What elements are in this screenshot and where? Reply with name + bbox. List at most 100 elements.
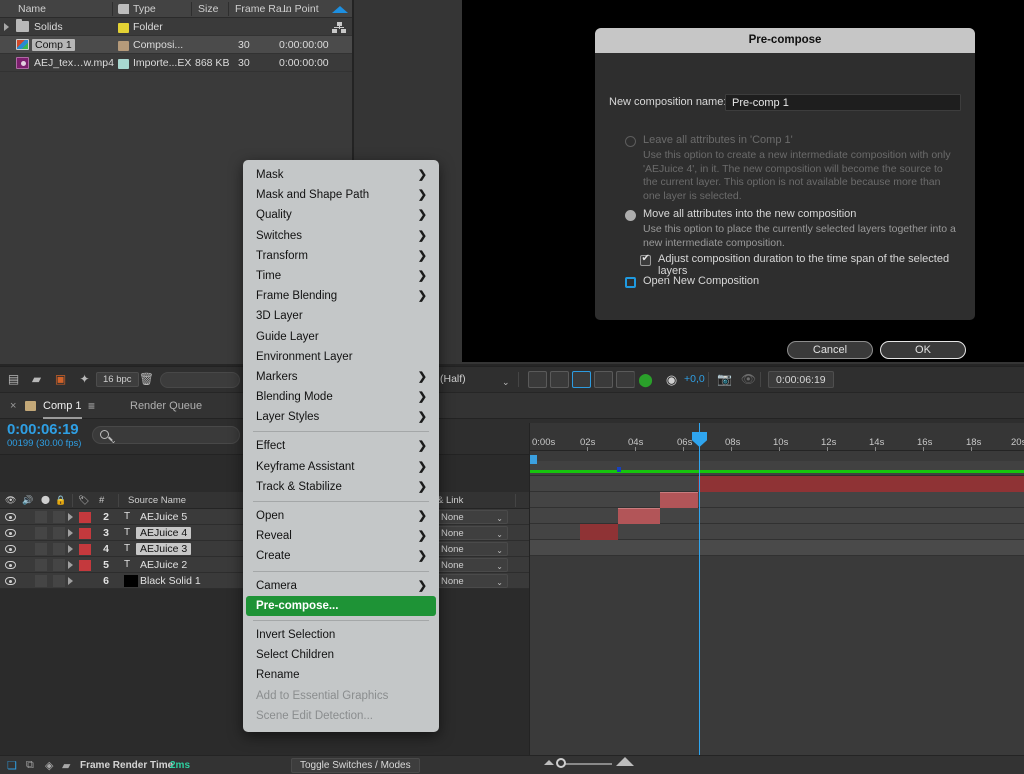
- project-row-footage[interactable]: AEJ_tex…w.mp4 Importe...EX 868 KB 30 0:0…: [0, 54, 352, 72]
- layer-duration-bar[interactable]: [698, 476, 1024, 492]
- link-icon[interactable]: ⧉: [26, 759, 34, 772]
- label-color-chip[interactable]: [79, 528, 91, 539]
- layer-name[interactable]: AEJuice 5: [140, 511, 187, 523]
- zoom-slider-knob[interactable]: [556, 758, 566, 768]
- lock-icon[interactable]: 🔒: [55, 495, 66, 506]
- layer-duration-bar[interactable]: [618, 508, 660, 524]
- eye-icon[interactable]: [5, 529, 16, 537]
- new-folder-icon[interactable]: ▰: [28, 372, 45, 387]
- column-header-parent-link[interactable]: & Link: [437, 495, 463, 506]
- timeline-track-row[interactable]: [530, 508, 1024, 524]
- audio-icon[interactable]: 🔊: [22, 495, 33, 506]
- duplicate-frame-icon[interactable]: ❏: [7, 759, 17, 772]
- project-search-input[interactable]: [160, 372, 240, 388]
- layer-name[interactable]: AEJuice 4: [136, 527, 191, 539]
- disclosure-triangle-icon[interactable]: [68, 561, 73, 569]
- tab-render-queue[interactable]: Render Queue: [130, 393, 202, 419]
- current-timecode[interactable]: 0:00:06:19: [7, 421, 78, 438]
- chevron-down-icon[interactable]: ⌄: [502, 377, 510, 388]
- column-header-size[interactable]: Size: [198, 3, 218, 15]
- menu-item-reveal[interactable]: Reveal❯: [243, 526, 439, 546]
- new-composition-name-input[interactable]: [725, 94, 961, 111]
- column-header-name[interactable]: Name: [18, 3, 46, 15]
- menu-item-effect[interactable]: Effect❯: [243, 436, 439, 456]
- resolution-dropdown[interactable]: (Half): [440, 372, 466, 388]
- label-color-chip[interactable]: [118, 59, 129, 69]
- parent-dropdown[interactable]: None⌄: [436, 510, 508, 524]
- render-icon[interactable]: ▰: [62, 759, 70, 772]
- menu-item-camera[interactable]: Camera❯: [243, 576, 439, 596]
- show-snapshot-icon[interactable]: 👁: [740, 372, 757, 387]
- timeline-track-row[interactable]: [530, 524, 1024, 540]
- column-header-in-point[interactable]: In Point: [283, 3, 319, 15]
- sort-ascending-caret-icon[interactable]: [332, 6, 348, 13]
- project-row-solids[interactable]: Solids Folder: [0, 18, 352, 36]
- checkbox-adjust-duration[interactable]: [640, 255, 651, 266]
- checkbox-open-new-composition[interactable]: [625, 277, 636, 288]
- zoom-slider-track[interactable]: [564, 763, 612, 765]
- layer-name[interactable]: AEJuice 3: [136, 543, 191, 555]
- timeline-track-row[interactable]: [530, 540, 1024, 556]
- menu-item-environment-layer[interactable]: Environment Layer: [243, 347, 439, 367]
- parent-dropdown[interactable]: None⌄: [436, 526, 508, 540]
- timeline-track-row[interactable]: [530, 476, 1024, 492]
- disclosure-triangle-icon[interactable]: [68, 529, 73, 537]
- eye-icon[interactable]: [5, 545, 16, 553]
- toggle-switches-modes-button[interactable]: Toggle Switches / Modes: [291, 758, 420, 773]
- menu-item-frame-blending[interactable]: Frame Blending❯: [243, 286, 439, 306]
- column-header-source-name[interactable]: Source Name: [128, 495, 186, 506]
- interpret-footage-icon[interactable]: ✦: [76, 372, 93, 387]
- disclosure-triangle-icon[interactable]: [68, 513, 73, 521]
- menu-item-open[interactable]: Open❯: [243, 506, 439, 526]
- menu-item-quality[interactable]: Quality❯: [243, 205, 439, 225]
- menu-item-mask-and-shape-path[interactable]: Mask and Shape Path❯: [243, 185, 439, 205]
- trash-icon[interactable]: 🗑: [138, 372, 155, 387]
- camera-icon[interactable]: 📷: [716, 372, 733, 387]
- timeline-empty-area[interactable]: [530, 556, 1024, 767]
- exposure-value[interactable]: +0,0: [684, 373, 705, 385]
- menu-item-layer-styles[interactable]: Layer Styles❯: [243, 407, 439, 427]
- menu-item-keyframe-assistant[interactable]: Keyframe Assistant❯: [243, 457, 439, 477]
- eye-icon[interactable]: [5, 577, 16, 585]
- label-color-chip[interactable]: [79, 512, 91, 523]
- label-color-chip[interactable]: [118, 23, 129, 33]
- mask-path-icon[interactable]: [594, 371, 613, 388]
- playhead-line[interactable]: [699, 423, 700, 767]
- disclosure-triangle-icon[interactable]: [4, 23, 9, 31]
- menu-item-transform[interactable]: Transform❯: [243, 246, 439, 266]
- label-color-chip[interactable]: [118, 41, 129, 51]
- region-of-interest-icon[interactable]: [572, 371, 591, 388]
- radio-move-attributes[interactable]: [625, 210, 636, 221]
- label-color-chip[interactable]: [79, 544, 91, 555]
- parent-dropdown[interactable]: None⌄: [436, 542, 508, 556]
- eye-icon[interactable]: [5, 513, 16, 521]
- menu-item-select-children[interactable]: Select Children: [243, 645, 439, 665]
- menu-item-time[interactable]: Time❯: [243, 266, 439, 286]
- disclosure-triangle-icon[interactable]: [68, 577, 73, 585]
- timeline-track-row[interactable]: [530, 492, 1024, 508]
- column-header-type[interactable]: Type: [133, 3, 156, 15]
- close-icon[interactable]: ×: [10, 393, 16, 419]
- viewer-timecode[interactable]: 0:00:06:19: [768, 371, 834, 388]
- timeline-graph[interactable]: 0:00s 02s 04s 06s 08s 10s 12s 14s 16s 18…: [530, 423, 1024, 767]
- layer-name[interactable]: AEJuice 2: [140, 559, 187, 571]
- menu-item-create[interactable]: Create❯: [243, 546, 439, 566]
- keyframe-icon[interactable]: ◈: [45, 759, 53, 772]
- menu-item-markers[interactable]: Markers❯: [243, 367, 439, 387]
- menu-item-3d-layer[interactable]: 3D Layer: [243, 306, 439, 326]
- fast-preview-icon[interactable]: [528, 371, 547, 388]
- layer-duration-bar[interactable]: [660, 492, 698, 508]
- tab-comp-1[interactable]: Comp 1: [43, 393, 82, 419]
- project-settings-icon[interactable]: ▣: [52, 372, 69, 387]
- menu-item-invert-selection[interactable]: Invert Selection: [243, 625, 439, 645]
- rgb-channels-icon[interactable]: ⬤: [637, 372, 654, 387]
- work-area-handle[interactable]: [530, 455, 537, 464]
- exposure-icon[interactable]: ◉: [663, 372, 680, 387]
- ok-button[interactable]: OK: [880, 341, 966, 359]
- label-tag-icon[interactable]: 🏷: [78, 495, 89, 506]
- layer-name[interactable]: Black Solid 1: [140, 575, 201, 587]
- eye-icon[interactable]: [5, 561, 16, 569]
- project-row-comp-1[interactable]: Comp 1 Composi... 30 0:00:00:00: [0, 36, 352, 54]
- menu-item-blending-mode[interactable]: Blending Mode❯: [243, 387, 439, 407]
- zoom-in-icon[interactable]: [616, 757, 634, 766]
